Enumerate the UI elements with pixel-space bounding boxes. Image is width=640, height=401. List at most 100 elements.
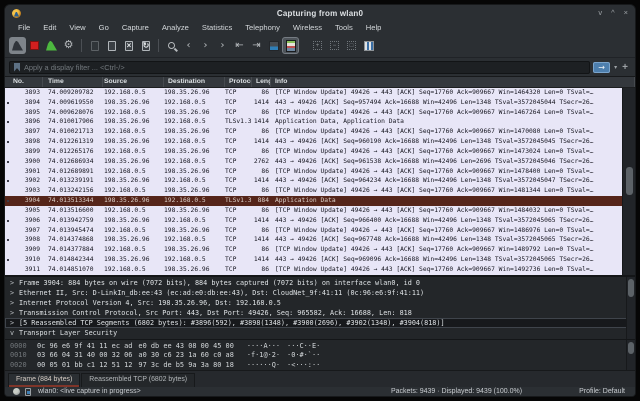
add-filter-button[interactable]: +	[621, 62, 631, 73]
detail-line[interactable]: >Frame 3904: 884 bytes on wire (7072 bit…	[5, 278, 635, 288]
go-next-packet-button[interactable]: ›	[197, 37, 214, 54]
menu-go[interactable]: Go	[94, 23, 114, 32]
zoom-out-button[interactable]: −	[326, 37, 343, 54]
menu-view[interactable]: View	[64, 23, 90, 32]
packet-list-scrollbar[interactable]	[622, 88, 635, 275]
go-first-packet-button[interactable]: ⇤	[231, 37, 248, 54]
packet-row-3895[interactable]: 389574.009628076192.168.0.5198.35.26.96T…	[5, 108, 622, 118]
detail-lines: >Frame 3904: 884 bytes on wire (7072 bit…	[5, 278, 635, 339]
column-header-lengt[interactable]: Lengt	[252, 77, 271, 87]
go-previous-packet-icon: ‹	[187, 40, 191, 51]
expert-info-icon[interactable]	[13, 388, 20, 395]
filter-bookmark-icon[interactable]	[14, 63, 20, 72]
packet-row-3901[interactable]: 390174.012689891192.168.0.5198.35.26.96T…	[5, 167, 622, 177]
auto-scroll-toggle-button[interactable]	[265, 37, 282, 54]
column-header-protocol[interactable]: Protocol	[225, 77, 252, 87]
packet-row-3897[interactable]: 389774.010021713192.168.0.5198.35.26.96T…	[5, 127, 622, 137]
packet-row-3910[interactable]: 391074.014842344198.35.26.96192.168.0.5T…	[5, 255, 622, 265]
scrollbar-thumb[interactable]	[628, 342, 634, 354]
packet-row-3896[interactable]: 389674.010017906198.35.26.96192.168.0.5T…	[5, 117, 622, 127]
packet-row-3911[interactable]: 391174.014851070192.168.0.5198.35.26.96T…	[5, 265, 622, 275]
filter-dropdown-caret[interactable]: ▾	[613, 64, 618, 71]
start-capture-button[interactable]	[9, 37, 26, 54]
scrollbar-thumb[interactable]	[628, 279, 634, 297]
packet-row-3907[interactable]: 390774.013945474192.168.0.5198.35.26.96T…	[5, 226, 622, 236]
menu-analyze[interactable]: Analyze	[157, 23, 194, 32]
go-previous-packet-button[interactable]: ‹	[180, 37, 197, 54]
save-capture-file-button[interactable]	[103, 37, 120, 54]
minimize-button[interactable]: v	[598, 8, 602, 18]
display-filter-box[interactable]	[9, 61, 590, 74]
detail-line[interactable]: >Internet Protocol Version 4, Src: 198.3…	[5, 298, 635, 308]
close-capture-file-icon: ×	[125, 41, 133, 51]
reload-capture-file-button[interactable]: ↻	[137, 37, 154, 54]
restart-capture-button[interactable]	[43, 37, 60, 54]
column-header-info[interactable]: Info	[271, 77, 635, 87]
packet-row-3903[interactable]: 390374.013242156192.168.0.5198.35.26.96T…	[5, 186, 622, 196]
menu-statistics[interactable]: Statistics	[197, 23, 237, 32]
resize-columns-icon	[364, 41, 374, 51]
resize-columns-button[interactable]	[360, 37, 377, 54]
maximize-button[interactable]: ^	[611, 8, 615, 18]
packet-row-3902[interactable]: 390274.013239191198.35.26.96192.168.0.5T…	[5, 176, 622, 186]
find-packet-button[interactable]	[163, 37, 180, 54]
menu-tools[interactable]: Tools	[330, 23, 358, 32]
byte-tab[interactable]: Reassembled TCP (6802 bytes)	[81, 373, 195, 387]
go-to-packet-button[interactable]: ›	[214, 37, 231, 54]
status-bar: wlan0: <live capture in progress> Packet…	[5, 387, 635, 396]
detail-line[interactable]: >Ethernet II, Src: D-LinkIn_db:ee:43 (ec…	[5, 288, 635, 298]
normal-size-button[interactable]: □	[343, 37, 360, 54]
detail-line[interactable]: >[5 Reassembled TCP Segments (6802 bytes…	[5, 318, 629, 328]
hex-scrollbar[interactable]	[626, 340, 635, 370]
auto-scroll-toggle-icon	[269, 41, 279, 51]
hex-row[interactable]: 00000c 96 e6 9f 41 11 ec ade0 db ee 43 0…	[5, 342, 635, 351]
detail-line[interactable]: vTransport Layer Security	[5, 328, 635, 338]
menu-capture[interactable]: Capture	[117, 23, 154, 32]
byte-tab[interactable]: Frame (884 bytes)	[8, 373, 80, 387]
details-scrollbar[interactable]	[626, 277, 635, 339]
close-button[interactable]: ×	[624, 8, 628, 18]
packet-row-3894[interactable]: 389474.009619550198.35.26.96192.168.0.5T…	[5, 98, 622, 108]
hex-row[interactable]: 002000 05 01 bb c1 12 51 1297 3c de b5 9…	[5, 361, 635, 370]
packet-row-3908[interactable]: 390874.014374868198.35.26.96192.168.0.5T…	[5, 235, 622, 245]
column-header-no[interactable]: No.	[5, 77, 43, 87]
menu-file[interactable]: File	[13, 23, 35, 32]
capture-options-button[interactable]: ⚙	[60, 37, 77, 54]
packet-row-3898[interactable]: 389874.012261319198.35.26.96192.168.0.5T…	[5, 137, 622, 147]
capture-comment-icon[interactable]	[25, 388, 31, 396]
close-capture-file-button[interactable]: ×	[120, 37, 137, 54]
colorize-toggle-button[interactable]	[282, 37, 299, 54]
hex-row[interactable]: 001003 66 04 31 40 00 32 06a0 30 c6 23 1…	[5, 351, 635, 360]
packet-row-3909[interactable]: 390974.014377884192.168.0.5198.35.26.96T…	[5, 245, 622, 255]
packet-row-3906[interactable]: 390674.013942759198.35.26.96192.168.0.5T…	[5, 216, 622, 226]
menu-help[interactable]: Help	[361, 23, 387, 32]
expander-icon[interactable]: v	[10, 328, 19, 338]
menu-telephony[interactable]: Telephony	[240, 23, 285, 32]
scrollbar-thumb[interactable]	[626, 167, 633, 195]
packet-row-3900[interactable]: 390074.012686934198.35.26.96192.168.0.5T…	[5, 157, 622, 167]
apply-filter-button[interactable]: →	[593, 62, 610, 73]
detail-line[interactable]: >Transmission Control Protocol, Src Port…	[5, 308, 635, 318]
column-header-destination[interactable]: Destination	[164, 77, 225, 87]
expander-icon[interactable]: >	[10, 318, 19, 328]
menu-edit[interactable]: Edit	[38, 23, 61, 32]
expander-icon[interactable]: >	[10, 308, 19, 318]
title-bar[interactable]: Capturing from wlan0 v^×	[5, 5, 635, 21]
open-capture-file-button[interactable]	[86, 37, 103, 54]
expander-icon[interactable]: >	[10, 298, 19, 308]
expander-icon[interactable]: >	[10, 288, 19, 298]
column-header-source[interactable]: Source	[103, 77, 164, 87]
menu-wireless[interactable]: Wireless	[288, 23, 327, 32]
go-last-packet-button[interactable]: ⇥	[248, 37, 265, 54]
column-header-time[interactable]: Time	[43, 77, 103, 87]
display-filter-input[interactable]	[24, 63, 585, 72]
profile-selector[interactable]: Profile: Default	[579, 388, 625, 395]
packet-row-3904[interactable]: 390474.013513344198.35.26.96192.168.0.5T…	[5, 196, 622, 206]
packet-row-3899[interactable]: 389974.012265176192.168.0.5198.35.26.96T…	[5, 147, 622, 157]
packet-row-3905[interactable]: 390574.013516600192.168.0.5198.35.26.96T…	[5, 206, 622, 216]
stop-capture-button[interactable]	[26, 37, 43, 54]
go-last-packet-icon: ⇥	[252, 40, 260, 51]
packet-row-3893[interactable]: 389374.009209782192.168.0.5198.35.26.96T…	[5, 88, 622, 98]
expander-icon[interactable]: >	[10, 278, 19, 288]
zoom-in-button[interactable]: +	[309, 37, 326, 54]
